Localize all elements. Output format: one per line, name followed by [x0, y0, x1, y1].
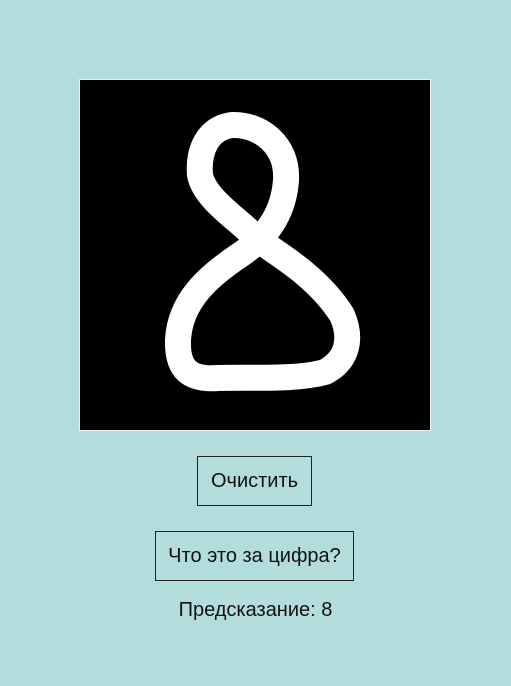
- predict-button[interactable]: Что это за цифра?: [155, 531, 354, 581]
- prediction-output: Предсказание: 8: [0, 599, 511, 622]
- prediction-value: 8: [321, 599, 333, 621]
- handwritten-digit-drawing: [80, 80, 430, 430]
- prediction-label: Предсказание:: [178, 599, 316, 621]
- clear-button[interactable]: Очистить: [197, 456, 312, 506]
- drawing-canvas[interactable]: [79, 79, 431, 431]
